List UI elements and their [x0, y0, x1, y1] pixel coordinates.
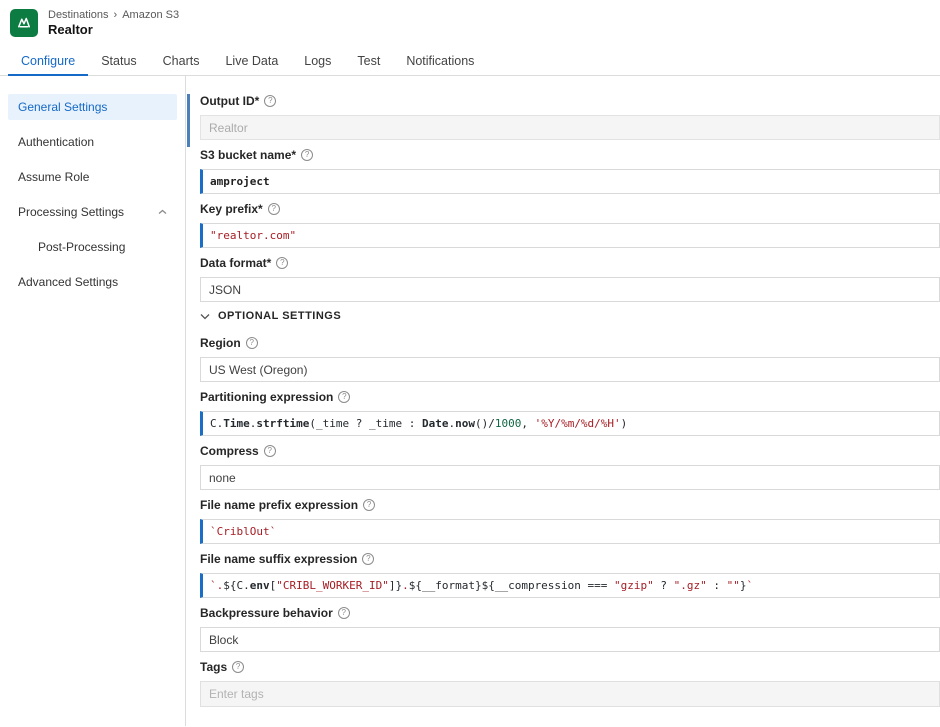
- help-icon[interactable]: ?: [338, 607, 350, 619]
- file-name-suffix-input[interactable]: `.${C.env["CRIBL_WORKER_ID"]}.${__format…: [200, 573, 940, 598]
- tab-logs[interactable]: Logs: [291, 46, 344, 75]
- label-text: Region: [200, 336, 241, 350]
- sidebar-item-post-processing[interactable]: Post-Processing: [8, 234, 177, 260]
- sidebar-item-label: Assume Role: [18, 170, 89, 184]
- tab-bar: Configure Status Charts Live Data Logs T…: [0, 46, 940, 76]
- optional-settings-toggle[interactable]: OPTIONAL SETTINGS: [200, 310, 940, 322]
- help-icon[interactable]: ?: [246, 337, 258, 349]
- sidebar-item-general-settings[interactable]: General Settings: [8, 94, 177, 120]
- data-format-value: JSON: [209, 283, 241, 297]
- tab-live-data[interactable]: Live Data: [212, 46, 291, 75]
- field-file-name-prefix-expression: File name prefix expression ? `CriblOut`: [200, 498, 940, 544]
- field-output-id: Output ID* ?: [200, 94, 940, 140]
- sidebar-item-label: Authentication: [18, 135, 94, 149]
- file-name-suffix-label: File name suffix expression ?: [200, 552, 940, 566]
- field-compress: Compress ? none: [200, 444, 940, 490]
- configure-form: Output ID* ? S3 bucket name* ? amproject…: [186, 76, 940, 726]
- key-prefix-label: Key prefix* ?: [200, 202, 940, 216]
- help-icon[interactable]: ?: [301, 149, 313, 161]
- app-header: Destinations › Amazon S3 Realtor: [0, 0, 940, 46]
- tab-charts[interactable]: Charts: [150, 46, 213, 75]
- backpressure-behavior-label: Backpressure behavior ?: [200, 606, 940, 620]
- partitioning-expression-label: Partitioning expression ?: [200, 390, 940, 404]
- output-id-input-wrap: [200, 115, 940, 140]
- chevron-up-icon: [158, 209, 167, 215]
- cribl-logo-icon: [15, 14, 33, 32]
- sidebar-item-label: Post-Processing: [38, 240, 125, 254]
- sidebar-item-advanced-settings[interactable]: Advanced Settings: [8, 269, 177, 295]
- help-icon[interactable]: ?: [264, 445, 276, 457]
- s3-bucket-name-input[interactable]: amproject: [200, 169, 940, 194]
- label-text: Key prefix*: [200, 202, 263, 216]
- page-title: Realtor: [48, 22, 179, 37]
- label-text: Partitioning expression: [200, 390, 333, 404]
- tab-notifications[interactable]: Notifications: [393, 46, 487, 75]
- tab-configure[interactable]: Configure: [8, 46, 88, 75]
- breadcrumb-destinations[interactable]: Destinations: [48, 9, 109, 21]
- field-region: Region ? US West (Oregon): [200, 336, 940, 382]
- cribl-logo[interactable]: [10, 9, 38, 37]
- field-s3-bucket-name: S3 bucket name* ? amproject: [200, 148, 940, 194]
- region-label: Region ?: [200, 336, 940, 350]
- optional-settings-heading: OPTIONAL SETTINGS: [218, 310, 341, 322]
- breadcrumb: Destinations › Amazon S3: [48, 9, 179, 21]
- sidebar-item-label: Advanced Settings: [18, 275, 118, 289]
- label-text: File name prefix expression: [200, 498, 358, 512]
- tags-input-wrap: [200, 681, 940, 707]
- label-text: Output ID*: [200, 94, 259, 108]
- label-text: File name suffix expression: [200, 552, 357, 566]
- key-prefix-input[interactable]: "realtor.com": [200, 223, 940, 248]
- label-text: Data format*: [200, 256, 271, 270]
- help-icon[interactable]: ?: [338, 391, 350, 403]
- content-area: General Settings Authentication Assume R…: [0, 76, 940, 726]
- file-name-prefix-label: File name prefix expression ?: [200, 498, 940, 512]
- help-icon[interactable]: ?: [232, 661, 244, 673]
- backpressure-value: Block: [209, 633, 238, 647]
- tab-test[interactable]: Test: [344, 46, 393, 75]
- compress-label: Compress ?: [200, 444, 940, 458]
- field-data-format: Data format* ? JSON: [200, 256, 940, 302]
- field-key-prefix: Key prefix* ? "realtor.com": [200, 202, 940, 248]
- region-select[interactable]: US West (Oregon): [200, 357, 940, 382]
- help-icon[interactable]: ?: [363, 499, 375, 511]
- compress-select[interactable]: none: [200, 465, 940, 490]
- help-icon[interactable]: ?: [276, 257, 288, 269]
- help-icon[interactable]: ?: [268, 203, 280, 215]
- tags-input[interactable]: [209, 687, 931, 701]
- output-id-input: [209, 121, 931, 135]
- sidebar-item-label: General Settings: [18, 100, 107, 114]
- label-text: Tags: [200, 660, 227, 674]
- settings-sidebar: General Settings Authentication Assume R…: [0, 76, 186, 726]
- sidebar-item-authentication[interactable]: Authentication: [8, 129, 177, 155]
- compress-value: none: [209, 471, 236, 485]
- s3-bucket-name-label: S3 bucket name* ?: [200, 148, 940, 162]
- field-file-name-suffix-expression: File name suffix expression ? `.${C.env[…: [200, 552, 940, 598]
- region-value: US West (Oregon): [209, 363, 307, 377]
- data-format-select[interactable]: JSON: [200, 277, 940, 302]
- chevron-down-icon: [200, 313, 210, 320]
- tags-label: Tags ?: [200, 660, 940, 674]
- breadcrumb-amazon-s3[interactable]: Amazon S3: [122, 9, 179, 21]
- field-tags: Tags ?: [200, 660, 940, 707]
- sidebar-item-label: Processing Settings: [18, 205, 124, 219]
- help-icon[interactable]: ?: [264, 95, 276, 107]
- label-text: Compress: [200, 444, 259, 458]
- scrollbar-thumb[interactable]: [187, 94, 190, 147]
- output-id-label: Output ID* ?: [200, 94, 940, 108]
- label-text: S3 bucket name*: [200, 148, 296, 162]
- sidebar-item-processing-settings[interactable]: Processing Settings: [8, 199, 177, 225]
- field-partitioning-expression: Partitioning expression ? C.Time.strftim…: [200, 390, 940, 436]
- partitioning-expression-input[interactable]: C.Time.strftime(_time ? _time : Date.now…: [200, 411, 940, 436]
- label-text: Backpressure behavior: [200, 606, 333, 620]
- field-backpressure-behavior: Backpressure behavior ? Block: [200, 606, 940, 652]
- help-icon[interactable]: ?: [362, 553, 374, 565]
- sidebar-item-assume-role[interactable]: Assume Role: [8, 164, 177, 190]
- tab-status[interactable]: Status: [88, 46, 149, 75]
- file-name-prefix-input[interactable]: `CriblOut`: [200, 519, 940, 544]
- breadcrumb-separator: ›: [114, 9, 118, 21]
- header-text: Destinations › Amazon S3 Realtor: [48, 9, 179, 37]
- backpressure-behavior-select[interactable]: Block: [200, 627, 940, 652]
- data-format-label: Data format* ?: [200, 256, 940, 270]
